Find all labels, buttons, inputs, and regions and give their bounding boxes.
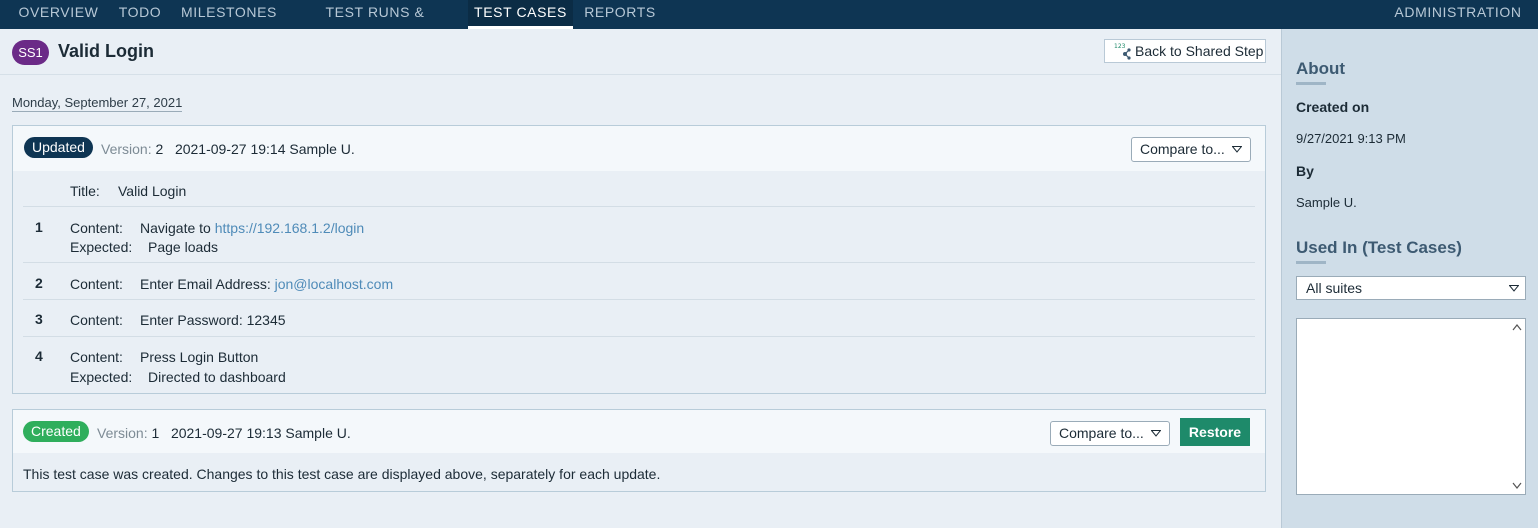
created-by-value: Sample U. bbox=[1296, 195, 1357, 210]
back-button-label: Back to Shared Step bbox=[1135, 43, 1264, 59]
suites-select[interactable]: All suites bbox=[1296, 276, 1526, 300]
history-entry-header: Created Version: 1 2021-09-27 19:13 Samp… bbox=[13, 410, 1265, 453]
step-content-link[interactable]: jon@localhost.com bbox=[275, 276, 394, 292]
step-number: 4 bbox=[35, 348, 43, 364]
content-label: Content: bbox=[70, 220, 123, 236]
step-content-text: Navigate to bbox=[140, 220, 215, 236]
step-content: Enter Password: 12345 bbox=[140, 312, 286, 328]
change-list: Title: Valid Login 1 Content: Navigate t… bbox=[23, 171, 1255, 393]
expected-label: Expected: bbox=[70, 239, 133, 255]
status-badge-created: Created bbox=[23, 421, 89, 442]
step-number: 1 bbox=[35, 219, 43, 235]
caret-down-icon bbox=[1151, 430, 1161, 437]
nav-tab-test-runs[interactable]: TEST RUNS & RESULTS bbox=[290, 0, 460, 45]
nav-tab-reports[interactable]: REPORTS bbox=[580, 0, 660, 29]
suites-select-value: All suites bbox=[1306, 280, 1363, 296]
expected-label: Expected: bbox=[70, 369, 133, 385]
version-info: Version: 2 2021-09-27 19:14 Sample U. bbox=[101, 141, 355, 157]
step-row: 4 Content: Press Login Button Expected: … bbox=[23, 337, 1255, 393]
created-on-label: Created on bbox=[1296, 99, 1370, 115]
step-content: Press Login Button bbox=[140, 349, 259, 365]
title-label: Title: bbox=[70, 183, 100, 199]
content-label: Content: bbox=[70, 349, 123, 365]
scroll-down-icon[interactable] bbox=[1512, 482, 1522, 489]
step-number: 3 bbox=[35, 311, 43, 327]
step-number: 2 bbox=[35, 275, 43, 291]
compare-to-label: Compare to... bbox=[1140, 141, 1225, 157]
nav-tab-overview[interactable]: OVERVIEW bbox=[11, 0, 106, 29]
version-number: 2 bbox=[155, 141, 164, 157]
title-value: Valid Login bbox=[118, 183, 187, 199]
compare-to-select[interactable]: Compare to... bbox=[1050, 421, 1170, 446]
page-header: SS1 Valid Login 123 Back to Shared Step bbox=[0, 29, 1281, 75]
svg-text:123: 123 bbox=[1114, 43, 1126, 50]
sidebar: About Created on 9/27/2021 9:13 PM By Sa… bbox=[1281, 29, 1538, 528]
title-change-row: Title: Valid Login bbox=[23, 171, 1255, 207]
created-note: This test case was created. Changes to t… bbox=[23, 466, 661, 482]
version-timestamp-user: 2021-09-27 19:13 Sample U. bbox=[170, 425, 351, 441]
version-info: Version: 1 2021-09-27 19:13 Sample U. bbox=[97, 425, 351, 441]
content-label: Content: bbox=[70, 276, 123, 292]
step-row: 3 Content: Enter Password: 12345 bbox=[23, 300, 1255, 337]
version-number: 1 bbox=[151, 425, 160, 441]
step-row: 1 Content: Navigate to https://192.168.1… bbox=[23, 207, 1255, 263]
nav-tab-milestones[interactable]: MILESTONES bbox=[176, 0, 282, 29]
content-label: Content: bbox=[70, 312, 123, 328]
caret-down-icon bbox=[1232, 146, 1242, 153]
step-content: Navigate to https://192.168.1.2/login bbox=[140, 220, 364, 236]
created-on-value: 9/27/2021 9:13 PM bbox=[1296, 131, 1406, 146]
about-heading: About bbox=[1296, 59, 1346, 85]
step-expected: Page loads bbox=[148, 239, 219, 255]
version-label: Version: bbox=[97, 425, 148, 441]
history-entry-updated: Updated Version: 2 2021-09-27 19:14 Samp… bbox=[12, 125, 1266, 394]
step-expected: Directed to dashboard bbox=[148, 369, 286, 385]
shared-step-icon: 123 bbox=[1114, 43, 1131, 60]
main-content: SS1 Valid Login 123 Back to Shared Step … bbox=[0, 29, 1281, 528]
nav-administration[interactable]: ADMINISTRATION bbox=[1392, 0, 1524, 29]
compare-to-label: Compare to... bbox=[1059, 425, 1144, 441]
version-timestamp-user: 2021-09-27 19:14 Sample U. bbox=[174, 141, 355, 157]
shared-step-id-badge: SS1 bbox=[12, 40, 49, 65]
scroll-up-icon[interactable] bbox=[1512, 324, 1522, 331]
restore-button[interactable]: Restore bbox=[1180, 418, 1250, 446]
step-row: 2 Content: Enter Email Address: jon@loca… bbox=[23, 263, 1255, 300]
nav-tab-test-cases[interactable]: TEST CASES bbox=[468, 0, 573, 29]
nav-tab-todo[interactable]: TODO bbox=[112, 0, 168, 29]
page-title: Valid Login bbox=[58, 41, 155, 61]
step-content: Enter Email Address: jon@localhost.com bbox=[140, 276, 393, 292]
used-in-list[interactable] bbox=[1296, 318, 1526, 495]
status-badge-updated: Updated bbox=[24, 137, 93, 158]
caret-down-icon bbox=[1509, 285, 1519, 292]
top-navigation: OVERVIEW TODO MILESTONES TEST RUNS & RES… bbox=[0, 0, 1538, 45]
history-date: Monday, September 27, 2021 bbox=[12, 95, 183, 112]
step-content-text: Enter Email Address: bbox=[140, 276, 275, 292]
history-entry-header: Updated Version: 2 2021-09-27 19:14 Samp… bbox=[13, 126, 1265, 171]
history-entry-created: Created Version: 1 2021-09-27 19:13 Samp… bbox=[12, 409, 1266, 492]
used-in-heading: Used In (Test Cases) bbox=[1296, 238, 1462, 264]
created-by-label: By bbox=[1296, 163, 1314, 179]
step-content-link[interactable]: https://192.168.1.2/login bbox=[215, 220, 364, 236]
version-label: Version: bbox=[101, 141, 152, 157]
back-to-shared-step-button[interactable]: 123 Back to Shared Step bbox=[1104, 39, 1266, 63]
compare-to-select[interactable]: Compare to... bbox=[1131, 137, 1251, 162]
